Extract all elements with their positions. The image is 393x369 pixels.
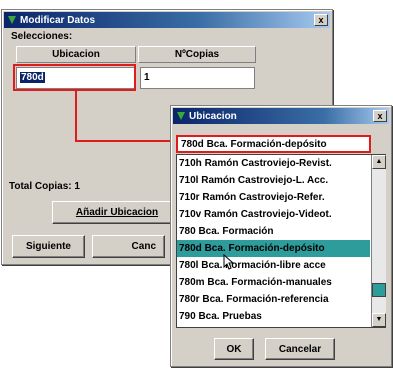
highlight-box [13,64,136,91]
selections-label: Selecciones: [11,31,73,42]
cancel-label: Canc [131,241,156,252]
copias-cell[interactable]: 1 [140,67,255,89]
close-icon: x [318,15,324,25]
cancel-button[interactable]: Canc [92,235,165,258]
location-field[interactable]: 780d Bca. Formación-depósito [176,135,371,153]
close-icon: x [377,111,383,121]
arrow-up-icon: ▲ [375,158,383,165]
next-button[interactable]: Siguiente [12,235,85,258]
list-item[interactable]: 710v Ramón Castroviejo-Videot. [177,206,370,223]
close-button[interactable]: x [314,14,328,26]
list-item[interactable]: 780d Bca. Formación-depósito [177,240,370,257]
column-header-copias[interactable]: NºCopias [138,46,256,63]
list-item[interactable]: 780m Bca. Formación-manuales [177,274,370,291]
arrow-down-icon: ▼ [375,316,383,323]
location-list[interactable]: 710h Ramón Castroviejo-Revist. 710l Ramón… [176,154,386,328]
column-header-ubicacion[interactable]: Ubicacion [16,46,136,63]
java-logo-icon [8,16,16,24]
list-item[interactable]: 780r Bca. Formación-referencia [177,291,370,308]
list-item[interactable]: 780l Bca. Formación-libre acce [177,257,370,274]
list-item[interactable]: 710h Ramón Castroviejo-Revist. [177,155,370,172]
list-item[interactable]: 710l Ramón Castroviejo-L. Acc. [177,172,370,189]
add-location-label: Añadir Ubicacion [75,207,159,218]
add-location-button[interactable]: Añadir Ubicacion [52,201,182,224]
window-title: Modificar Datos [20,14,96,26]
java-logo-icon [177,112,185,120]
cancelar-button[interactable]: Cancelar [265,338,335,360]
list-item[interactable]: 710r Ramón Castroviejo-Refer. [177,189,370,206]
scroll-thumb[interactable] [372,283,386,297]
connector-horizontal [75,140,173,142]
list-item[interactable]: 780 Bca. Formación [177,223,370,240]
ok-button[interactable]: OK [214,338,254,360]
scroll-down-button[interactable]: ▼ [372,313,386,327]
popup-titlebar[interactable]: Ubicacion x [173,108,389,124]
location-field-value: 780d Bca. Formación-depósito [181,139,327,150]
popup-title: Ubicacion [189,110,237,122]
ok-label: OK [226,343,242,355]
connector-vertical [75,91,77,142]
list-item[interactable]: 790 Bca. Pruebas [177,308,370,325]
scroll-up-button[interactable]: ▲ [372,155,386,169]
cancelar-label: Cancelar [278,343,322,355]
ubicacion-popup-window: Ubicacion x 780d Bca. Formación-depósito… [170,105,392,367]
total-copies-label: Total Copias: 1 [9,181,80,192]
popup-close-button[interactable]: x [373,110,387,122]
list-items-container: 710h Ramón Castroviejo-Revist. 710l Ramón… [177,155,370,327]
titlebar[interactable]: Modificar Datos x [4,12,330,28]
copias-value: 1 [144,72,150,83]
list-scrollbar[interactable]: ▲ ▼ [371,155,386,327]
next-label: Siguiente [25,241,71,252]
mouse-pointer-icon [223,254,235,270]
